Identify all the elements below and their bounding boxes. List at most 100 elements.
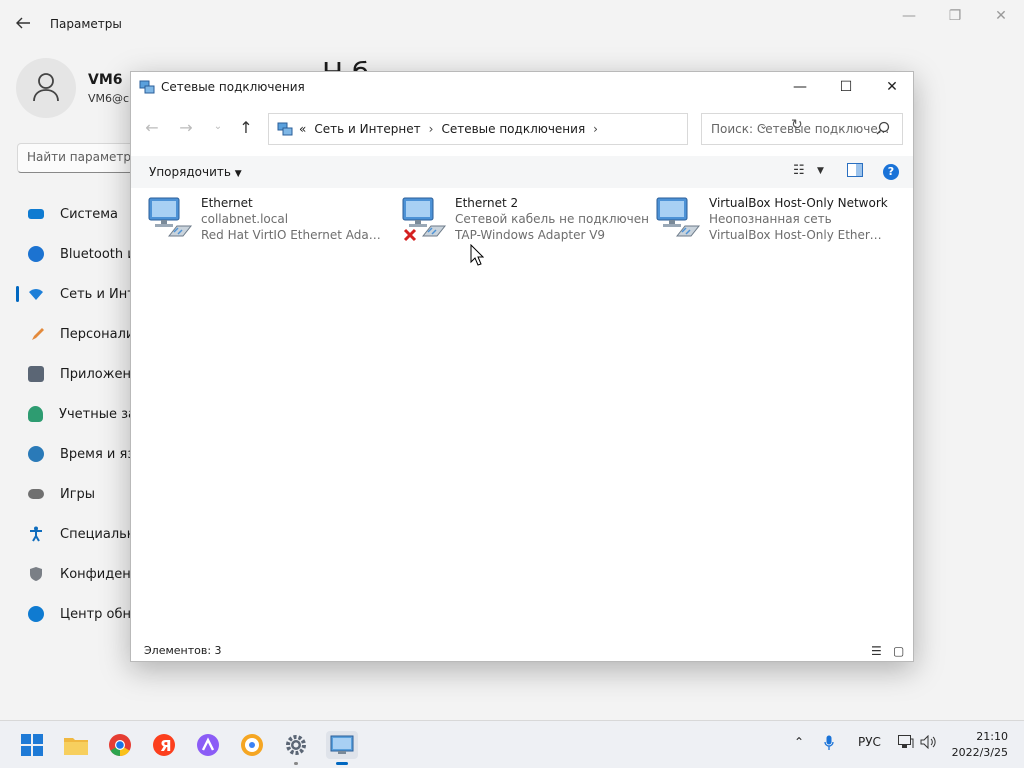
settings-title: Параметры	[50, 17, 122, 31]
accessibility-icon	[28, 526, 44, 542]
close-icon[interactable]: ✕	[990, 8, 1012, 26]
clock-date: 2022/3/25	[951, 746, 1008, 759]
apps-icon	[28, 366, 44, 382]
breadcrumb-network-internet[interactable]: Сеть и Интернет	[314, 122, 420, 136]
network-connections-window: Сетевые подключения — ☐ ✕ ← → ⌄ ↑ « Сеть…	[130, 71, 914, 662]
nav-item-apps[interactable]: Приложен	[16, 354, 136, 394]
breadcrumb-network-connections[interactable]: Сетевые подключения	[441, 122, 585, 136]
person-icon	[28, 406, 44, 422]
nav-item-time-language[interactable]: Время и яз	[16, 434, 136, 474]
connections-list: Ethernet collabnet.local Red Hat VirtIO …	[131, 188, 913, 638]
avatar[interactable]	[16, 58, 76, 118]
show-hidden-icons-icon[interactable]: ⌃	[794, 735, 804, 749]
minimize-button[interactable]: —	[777, 72, 823, 102]
connection-device: Red Hat VirtIO Ethernet Adapter	[201, 228, 381, 242]
nav-item-update[interactable]: Центр обн	[16, 594, 136, 634]
view-options-icon[interactable]: ☷	[793, 163, 805, 178]
connection-item[interactable]: Ethernet 2 Сетевой кабель не подключен T…	[385, 196, 649, 248]
connection-device: TAP-Windows Adapter V9	[455, 228, 606, 242]
nav-item-accounts[interactable]: Учетные за	[16, 394, 136, 434]
connection-name: Ethernet 2	[455, 196, 519, 210]
command-bar: Упорядочить ▼ ☷ ▼ ?	[131, 156, 913, 188]
breadcrumb-overflow[interactable]: «	[299, 122, 306, 136]
window-title: Сетевые подключения	[161, 80, 305, 94]
nav-item-network[interactable]: Сеть и Инт	[16, 274, 136, 314]
status-bar: Элементов: 3 ☰ ▢	[131, 638, 913, 662]
nav-item-bluetooth[interactable]: Bluetooth и	[16, 234, 136, 274]
shield-icon	[28, 566, 44, 582]
clock-globe-icon	[28, 446, 44, 462]
user-name: VM6	[88, 72, 123, 88]
windows-start-icon[interactable]	[18, 731, 46, 759]
close-button[interactable]: ✕	[869, 72, 915, 102]
network-connections-icon	[139, 79, 155, 95]
bluetooth-icon	[28, 246, 44, 262]
monitor-icon	[28, 209, 44, 219]
connection-status: Сетевой кабель не подключен	[455, 212, 649, 226]
person-avatar-icon	[33, 73, 59, 102]
breadcrumb-chevron-icon[interactable]: ›	[593, 122, 598, 136]
minimize-icon[interactable]: —	[898, 8, 920, 26]
connection-status: Неопознанная сеть	[709, 212, 832, 226]
nav-item-accessibility[interactable]: Специальн	[16, 514, 136, 554]
nav-item-gaming[interactable]: Игры	[16, 474, 136, 514]
microphone-icon[interactable]	[824, 735, 834, 754]
dropdown-arrow-icon: ▼	[234, 169, 242, 179]
nav-item-personalization[interactable]: Персонали	[16, 314, 136, 354]
alice-icon[interactable]	[194, 731, 222, 759]
back-arrow-icon[interactable]: ←	[141, 118, 163, 138]
network-connections-taskbar-icon[interactable]	[326, 731, 358, 765]
svg-text:Я: Я	[160, 737, 172, 755]
help-icon[interactable]: ?	[883, 164, 899, 180]
connection-status: collabnet.local	[201, 212, 289, 226]
connection-item[interactable]: VirtualBox Host-Only Network Неопознанна…	[639, 196, 889, 248]
item-count: Элементов: 3	[144, 644, 222, 657]
search-input[interactable]: Поиск: Сетевые подключе...	[701, 113, 903, 145]
taskbar: Я ⌃ РУС 21:10 2022/3/25	[0, 720, 1024, 768]
details-view-icon[interactable]: ☰	[871, 644, 882, 658]
nav-item-system[interactable]: Система	[16, 194, 136, 234]
file-explorer-icon[interactable]	[62, 731, 90, 759]
breadcrumb-chevron-icon[interactable]: ›	[429, 122, 434, 136]
search-icon	[876, 121, 890, 138]
volume-icon[interactable]	[920, 734, 938, 752]
connection-name: Ethernet	[201, 196, 253, 210]
network-adapter-icon	[147, 196, 195, 244]
maximize-button[interactable]: ☐	[823, 72, 869, 102]
settings-nav: Система Bluetooth и Сеть и Инт Персонали…	[16, 194, 136, 634]
address-row: ← → ⌄ ↑ « Сеть и Интернет › Сетевые подк…	[131, 110, 913, 146]
organize-button[interactable]: Упорядочить ▼	[149, 165, 242, 179]
yandex-icon[interactable]	[238, 731, 266, 759]
view-dropdown-icon[interactable]: ▼	[817, 166, 824, 176]
recent-dropdown-icon[interactable]: ⌄	[207, 121, 229, 141]
network-tray-icon[interactable]	[898, 735, 914, 752]
title-bar[interactable]: Сетевые подключения — ☐ ✕	[131, 72, 913, 102]
mouse-cursor-icon	[470, 243, 485, 269]
connection-item[interactable]: Ethernet collabnet.local Red Hat VirtIO …	[131, 196, 381, 248]
brush-icon	[28, 326, 44, 342]
forward-arrow-icon[interactable]: →	[175, 118, 197, 138]
gamepad-icon	[28, 489, 44, 499]
connection-device: VirtualBox Host-Only Ethernet Ad...	[709, 228, 889, 242]
update-icon	[28, 606, 44, 622]
restore-icon[interactable]: ❐	[944, 8, 966, 26]
preview-pane-icon[interactable]	[847, 163, 863, 181]
language-indicator[interactable]: РУС	[858, 735, 881, 749]
nav-item-privacy[interactable]: Конфиден	[16, 554, 136, 594]
network-adapter-icon	[655, 196, 703, 244]
user-email: VM6@c	[88, 92, 130, 105]
settings-gear-icon[interactable]	[282, 731, 310, 765]
address-bar[interactable]: « Сеть и Интернет › Сетевые подключения …	[268, 113, 688, 145]
clock-time: 21:10	[976, 730, 1008, 743]
up-arrow-icon[interactable]: ↑	[235, 118, 257, 138]
settings-search-input[interactable]: Найти параметр	[17, 143, 137, 173]
disconnected-x-icon	[403, 228, 417, 245]
wifi-icon	[28, 286, 44, 302]
large-icons-view-icon[interactable]: ▢	[893, 644, 904, 658]
clock[interactable]: 21:10 2022/3/25	[948, 729, 1008, 761]
chrome-icon[interactable]	[106, 731, 134, 759]
connection-name: VirtualBox Host-Only Network	[709, 196, 888, 210]
network-folder-icon	[277, 121, 293, 137]
back-arrow-icon[interactable]	[14, 14, 34, 34]
yandex-browser-icon[interactable]: Я	[150, 731, 178, 759]
